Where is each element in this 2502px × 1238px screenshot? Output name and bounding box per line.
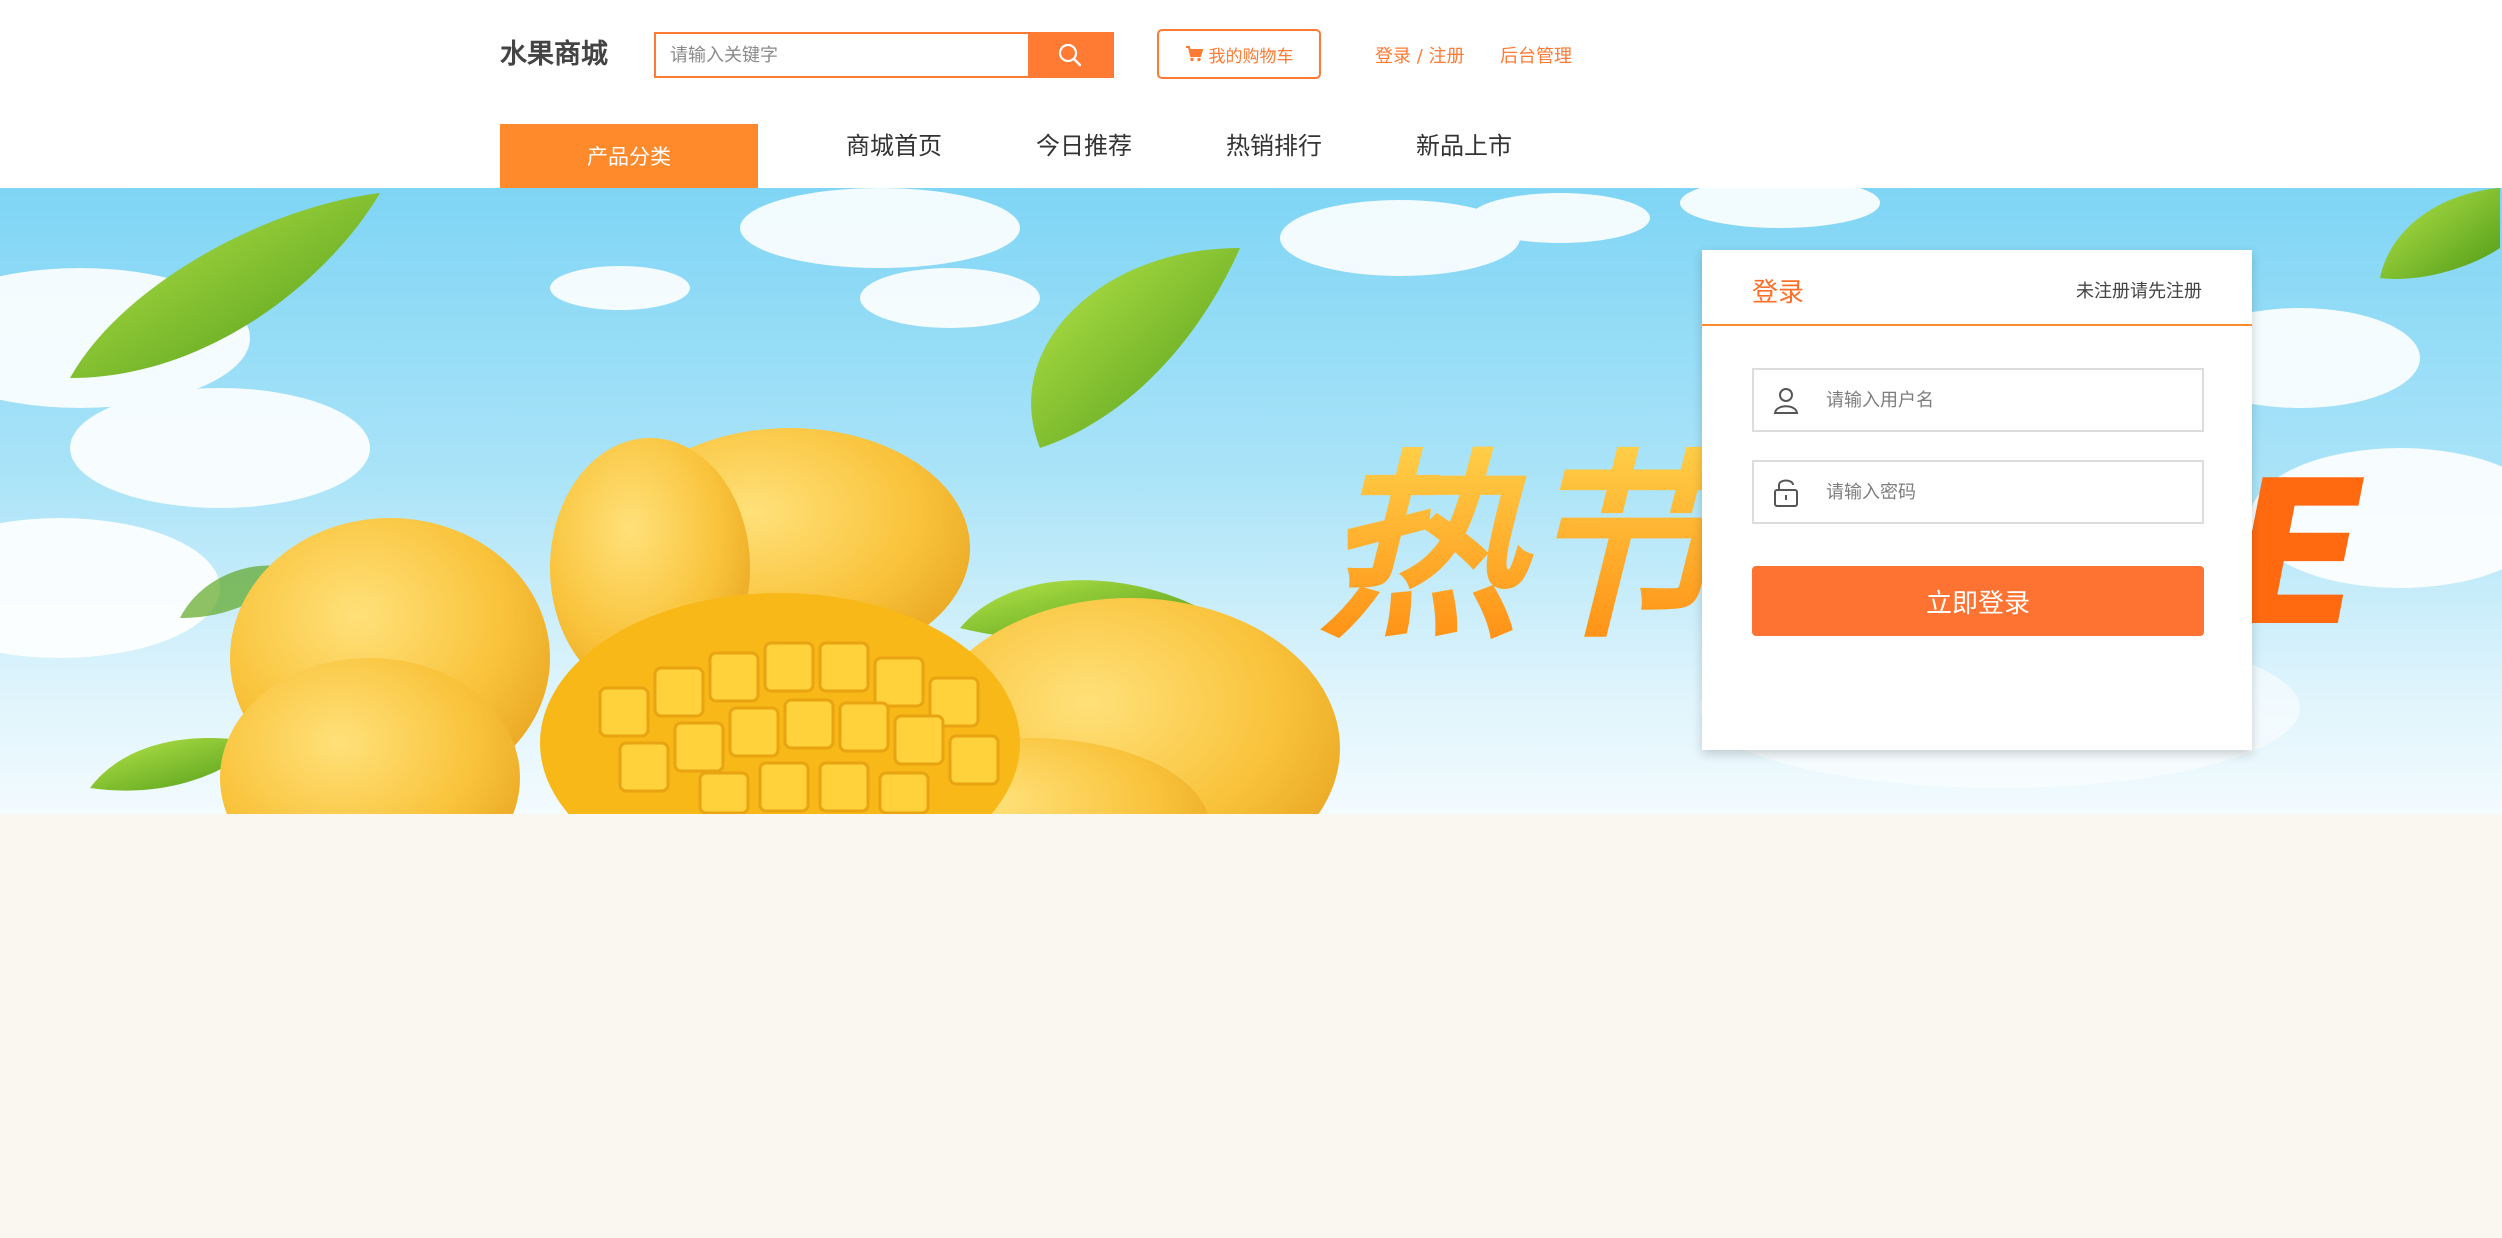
- site-logo[interactable]: 水果商城: [500, 32, 608, 71]
- lock-icon: [1754, 462, 1818, 522]
- nav-item-new[interactable]: 新品上市: [1416, 126, 1512, 161]
- admin-link[interactable]: 后台管理: [1500, 42, 1572, 68]
- search-button[interactable]: [1028, 34, 1112, 76]
- username-field: [1752, 368, 2204, 432]
- cart-button[interactable]: 我的购物车: [1157, 29, 1321, 79]
- site-header: 水果商城 我的购物车 登录 / 注册 后台管理 产品分类 商城首页 今日推荐 热…: [0, 0, 2502, 188]
- nav-item-home[interactable]: 商城首页: [846, 126, 942, 161]
- password-input[interactable]: [1818, 481, 2202, 503]
- nav-item-recommend[interactable]: 今日推荐: [1036, 126, 1132, 161]
- banner-headline: 热节: [1320, 433, 1750, 666]
- login-header: 登录 未注册请先注册: [1702, 250, 2252, 326]
- register-link[interactable]: 未注册请先注册: [2076, 277, 2202, 303]
- cart-icon: [1185, 46, 1203, 62]
- cart-label: 我的购物车: [1208, 46, 1294, 67]
- login-register-link[interactable]: 登录 / 注册: [1375, 42, 1465, 68]
- product-category-button[interactable]: 产品分类: [500, 124, 758, 188]
- password-field: [1752, 460, 2204, 524]
- search-bar: [654, 32, 1114, 78]
- login-submit-button[interactable]: 立即登录: [1752, 566, 2204, 636]
- login-panel: 登录 未注册请先注册 立即登录: [1702, 250, 2252, 750]
- username-input[interactable]: [1818, 389, 2202, 411]
- login-title: 登录: [1752, 278, 1805, 308]
- search-icon: [1058, 43, 1082, 67]
- user-icon: [1754, 370, 1818, 430]
- nav-item-bestseller[interactable]: 热销排行: [1226, 126, 1322, 161]
- search-input[interactable]: [656, 34, 1028, 76]
